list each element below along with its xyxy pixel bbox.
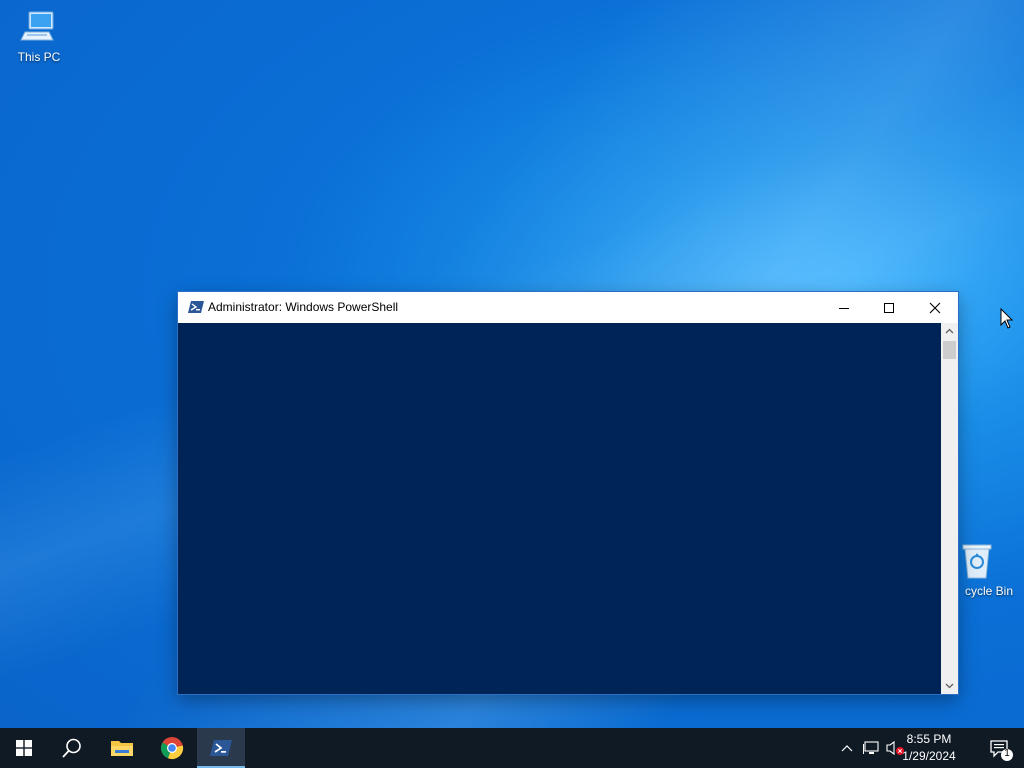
- close-button[interactable]: [912, 292, 957, 323]
- taskbar-file-explorer[interactable]: [98, 728, 146, 768]
- notification-count-badge: 1: [1004, 748, 1010, 759]
- start-button[interactable]: [0, 728, 48, 768]
- vertical-scrollbar[interactable]: [941, 323, 958, 694]
- mouse-cursor-icon: [1000, 307, 1014, 330]
- computer-icon: [19, 8, 59, 48]
- taskbar-chrome[interactable]: [148, 728, 196, 768]
- minimize-icon: [838, 307, 849, 309]
- taskbar: 8:55 PM 1/29/2024 1: [0, 728, 1024, 768]
- chevron-up-icon: [841, 745, 853, 752]
- powershell-icon: [210, 740, 232, 756]
- clock-date: 1/29/2024: [902, 749, 956, 763]
- chrome-icon: [160, 737, 184, 760]
- maximize-button[interactable]: [866, 292, 911, 323]
- search-icon: [62, 738, 81, 758]
- clock[interactable]: 8:55 PM 1/29/2024: [894, 731, 964, 765]
- windows-logo-icon: [16, 740, 32, 756]
- powershell-window[interactable]: Administrator: Windows PowerShell: [178, 292, 958, 694]
- taskbar-powershell[interactable]: [197, 728, 245, 768]
- folder-icon: [111, 741, 133, 756]
- window-title: Administrator: Windows PowerShell: [208, 300, 399, 314]
- powershell-icon: [188, 300, 204, 314]
- recycle-bin-icon: [957, 542, 997, 582]
- close-icon: [929, 302, 940, 313]
- search-button[interactable]: [48, 728, 96, 768]
- scroll-up-button[interactable]: [941, 323, 958, 339]
- window-titlebar[interactable]: Administrator: Windows PowerShell: [178, 292, 958, 323]
- network-tray-button[interactable]: [861, 738, 881, 758]
- desktop-icon-label: cycle Bin: [964, 584, 1014, 598]
- maximize-icon: [883, 302, 894, 313]
- clock-time: 8:55 PM: [906, 732, 952, 746]
- chevron-down-icon: [945, 683, 954, 689]
- desktop-icon-this-pc[interactable]: This PC: [0, 8, 78, 64]
- scrollbar-thumb[interactable]: [943, 341, 956, 359]
- desktop-icon-label: This PC: [17, 50, 61, 64]
- minimize-button[interactable]: [821, 292, 866, 323]
- console-output-area[interactable]: [178, 323, 941, 694]
- chevron-up-icon: [945, 328, 954, 334]
- network-icon: [863, 741, 879, 754]
- action-center-button[interactable]: 1: [988, 736, 1014, 762]
- show-hidden-icons-button[interactable]: [837, 738, 857, 758]
- scroll-down-button[interactable]: [941, 678, 958, 694]
